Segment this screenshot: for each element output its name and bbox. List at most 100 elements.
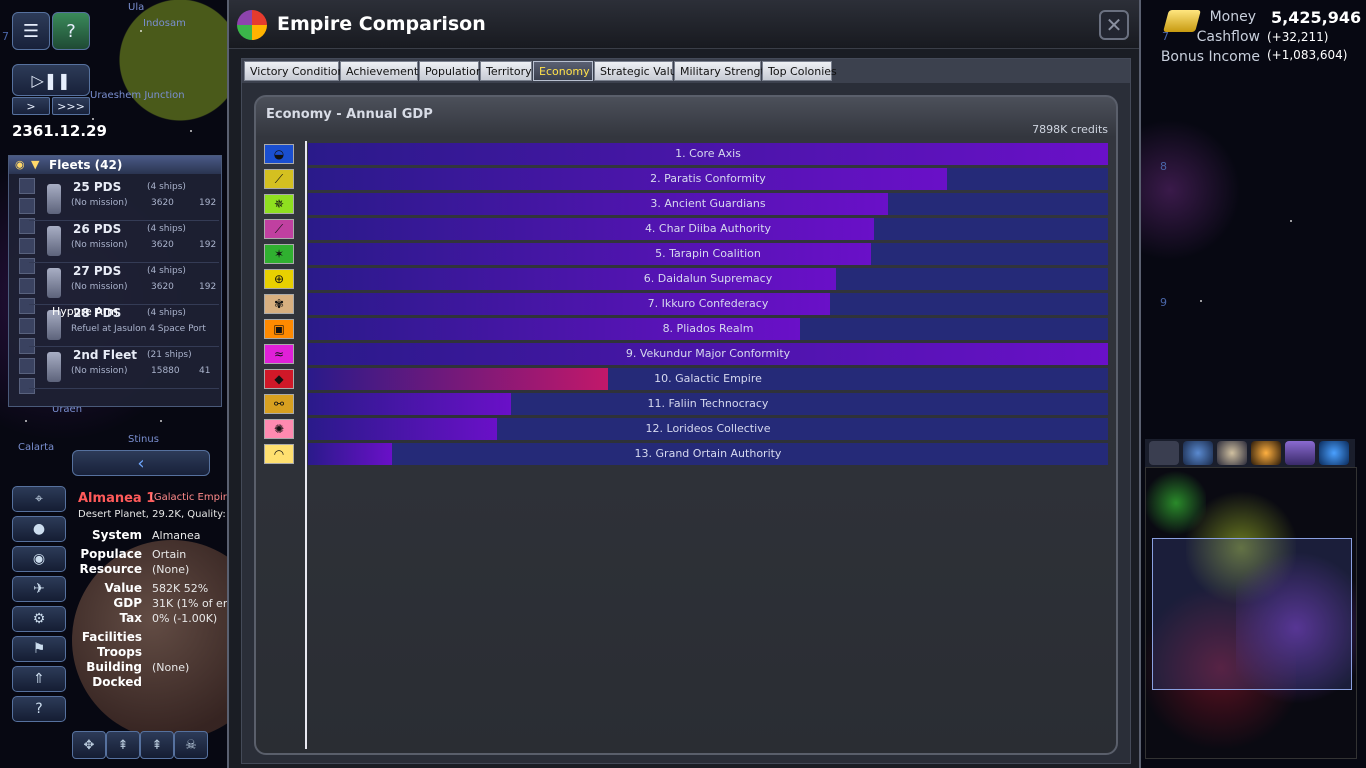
- fleet-mode-button[interactable]: ⇞: [106, 731, 140, 759]
- minimap-galaxy-tab[interactable]: [1319, 441, 1349, 465]
- money-label: Money: [1209, 9, 1256, 25]
- chart-bar-row[interactable]: ⟋ 4. Char Diiba Authority: [264, 218, 1110, 240]
- tab-top-colonies[interactable]: Top Colonies: [762, 61, 837, 81]
- close-button[interactable]: ✕: [1099, 10, 1129, 40]
- star: [160, 420, 162, 422]
- map-grid-number: 8: [1160, 160, 1167, 173]
- empire-flag-icon: ◠: [264, 444, 294, 464]
- chart-bar-row[interactable]: ⟋ 2. Paratis Conformity: [264, 168, 1110, 190]
- speed-faster-button[interactable]: >: [12, 97, 50, 115]
- design-button[interactable]: ⚙: [12, 606, 66, 632]
- planet-field-label: Facilities: [81, 630, 142, 644]
- chart-bar-label: 13. Grand Ortain Authority: [634, 447, 782, 460]
- fleet-mission: (No mission): [71, 366, 128, 376]
- star: [190, 130, 192, 132]
- star: [92, 118, 94, 120]
- help-shield-icon: ?: [66, 20, 76, 42]
- chart-bar-row[interactable]: ✶ 5. Tarapin Coalition: [264, 243, 1110, 265]
- fleet-strength: 3620: [151, 282, 174, 292]
- empire-button[interactable]: ⚑: [12, 636, 66, 662]
- fleet-name: 27 PDS: [73, 264, 122, 278]
- minimap-gas-giant-tab[interactable]: [1217, 441, 1247, 465]
- chart-bar-label: 10. Galactic Empire: [654, 372, 762, 385]
- galaxy-minimap[interactable]: [1145, 467, 1357, 759]
- chart-bar-row[interactable]: ≈9. Vekundur Major Conformity: [264, 343, 1110, 365]
- speed-fastest-button[interactable]: >>>: [52, 97, 90, 115]
- fleet-name: 2nd Fleet: [73, 348, 137, 362]
- chart-title: Economy - Annual GDP: [266, 107, 433, 122]
- chart-bar-row[interactable]: ◆ 10. Galactic Empire: [264, 368, 1110, 390]
- help-button[interactable]: ?: [12, 696, 66, 722]
- planet-field-label: Docked: [92, 675, 142, 689]
- chart-bar-row[interactable]: ▣ 8. Pliados Realm: [264, 318, 1110, 340]
- chart-bar-row[interactable]: ⊕ 6. Daidalun Supremacy: [264, 268, 1110, 290]
- tab-strategic-value[interactable]: Strategic Value: [594, 61, 683, 81]
- crosshair-lock-icon: ⌖: [35, 491, 43, 507]
- star: [1200, 300, 1202, 302]
- fleet-row[interactable]: 2nd Fleet (21 ships) (No mission) 15880 …: [29, 346, 219, 389]
- map-label: Indosam: [143, 18, 186, 29]
- chevron-down-icon[interactable]: ▼: [31, 158, 39, 171]
- play-pause-button[interactable]: ▷❚❚: [12, 64, 90, 96]
- minimap-nebula-tab[interactable]: [1285, 441, 1315, 465]
- fleet-ship-count: (4 ships): [147, 182, 186, 192]
- chart-bar-row[interactable]: ◠ 13. Grand Ortain Authority: [264, 443, 1110, 465]
- cashflow-value: (+32,211): [1267, 30, 1329, 44]
- fleet-row[interactable]: 27 PDS (4 ships) (No mission) 3620 192: [29, 262, 219, 305]
- fleets-panel: ◉ ▼ Fleets (42) 25 PDS (4 ships) (No mis…: [8, 155, 222, 407]
- tab-territory[interactable]: Territory: [480, 61, 532, 81]
- planet-subtitle: Desert Planet, 29.2K, Quality: 6: [78, 509, 236, 520]
- fleet-filter-icon[interactable]: ◉: [15, 158, 25, 171]
- map-label: Uraeshem Junction: [90, 90, 185, 101]
- fleet-ship-count: (4 ships): [147, 266, 186, 276]
- fleets-header[interactable]: ◉ ▼ Fleets (42): [9, 156, 221, 174]
- tab-bar: Victory Conditions Achievements Populati…: [242, 59, 1130, 83]
- map-label: Calarta: [18, 442, 55, 453]
- fleets-title: Fleets (42): [49, 158, 123, 172]
- minimap-viewport[interactable]: [1152, 538, 1352, 690]
- ship-list-button[interactable]: ✈: [12, 576, 66, 602]
- fleet-button[interactable]: ⇑: [12, 666, 66, 692]
- tab-military-strength[interactable]: Military Strength: [674, 61, 772, 81]
- chart-bar-row[interactable]: ✺ 12. Lorideos Collective: [264, 418, 1110, 440]
- fleet-row[interactable]: 25 PDS (4 ships) (No mission) 3620 192: [29, 178, 219, 221]
- menu-button[interactable]: ☰: [12, 12, 50, 50]
- collapse-button[interactable]: ‹: [72, 450, 210, 476]
- planet-field-value: Almanea: [152, 529, 201, 542]
- planet-field-label: Populace: [80, 547, 142, 561]
- target-lock-button[interactable]: ⌖: [12, 486, 66, 512]
- empire-flag-icon: ≈: [264, 344, 294, 364]
- tab-population[interactable]: Population: [419, 61, 483, 81]
- fleet-mode-button[interactable]: ⇞: [140, 731, 174, 759]
- tab-victory-conditions[interactable]: Victory Conditions: [244, 61, 350, 81]
- chart-bar-label: 12. Lorideos Collective: [645, 422, 771, 435]
- help-button[interactable]: ?: [52, 12, 90, 50]
- chart-bar-row[interactable]: ✾ 7. Ikkuro Confederacy: [264, 293, 1110, 315]
- flag-icon: ⚑: [32, 641, 46, 657]
- fleet-mode-button[interactable]: ☠: [174, 731, 208, 759]
- chart-bar-row[interactable]: ◒ 1. Core Axis: [264, 143, 1110, 165]
- fleet-mission: (No mission): [71, 198, 128, 208]
- fleet-fuel: 192: [199, 282, 217, 292]
- planet-field-label: Tax: [119, 611, 142, 625]
- minimap-star-tab[interactable]: [1251, 441, 1281, 465]
- planet-list-button[interactable]: ●: [12, 516, 66, 542]
- map-label: Hypure Arm: [52, 305, 118, 318]
- planet-field-value: 582K 52%: [152, 582, 209, 595]
- fleet-row[interactable]: 26 PDS (4 ships) (No mission) 3620 192: [29, 220, 219, 263]
- tab-economy[interactable]: Economy: [533, 61, 593, 81]
- view-button[interactable]: ◉: [12, 546, 66, 572]
- chart-bar-label: 7. Ikkuro Confederacy: [647, 297, 769, 310]
- empire-flag-icon: ◒: [264, 144, 294, 164]
- fleet-mode-button[interactable]: ✥: [72, 731, 106, 759]
- skull-icon: ☠: [185, 737, 197, 753]
- fleet-name: 25 PDS: [73, 180, 122, 194]
- fleet-strength: 3620: [151, 198, 174, 208]
- minimap-ships-tab[interactable]: [1149, 441, 1179, 465]
- tab-achievements[interactable]: Achievements: [340, 61, 424, 81]
- chart-bar-row[interactable]: ✵ 3. Ancient Guardians: [264, 193, 1110, 215]
- planet-field-label: System: [92, 528, 142, 542]
- chart-bar-row[interactable]: ⚯ 11. Faliin Technocracy: [264, 393, 1110, 415]
- minimap-planets-tab[interactable]: [1183, 441, 1213, 465]
- empire-flag-icon: ⊕: [264, 269, 294, 289]
